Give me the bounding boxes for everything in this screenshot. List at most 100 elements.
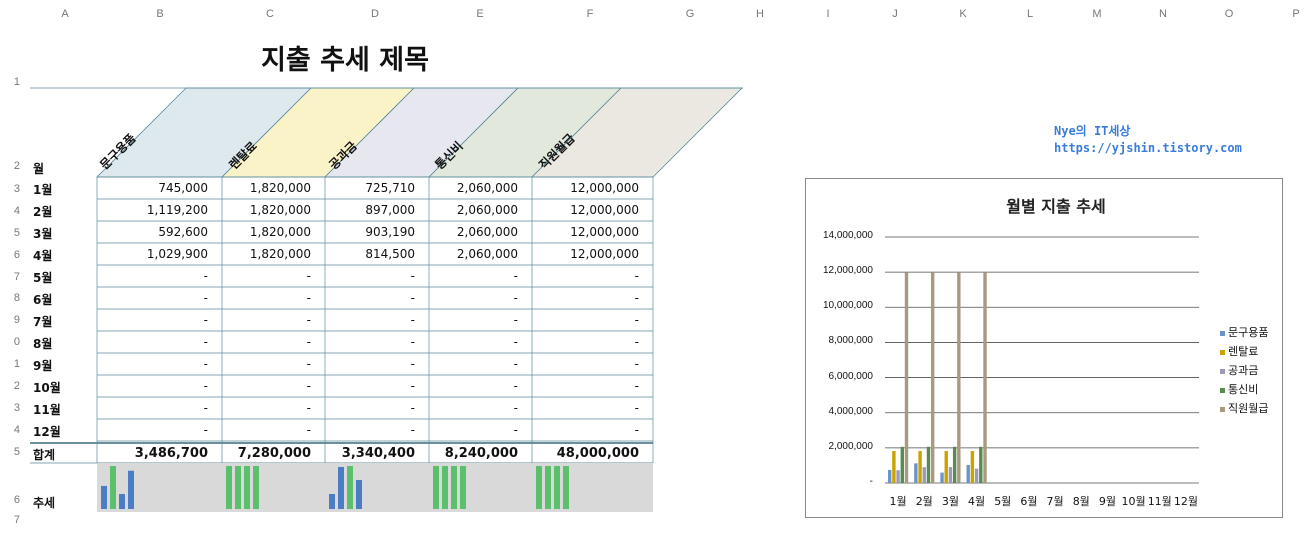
- total-label: 합계: [33, 448, 56, 462]
- legend-item: 통신비: [1220, 381, 1258, 397]
- sparkline-bar: [433, 466, 439, 509]
- month-label: 12월: [33, 425, 61, 439]
- month-label: 4월: [33, 249, 53, 263]
- table-value-cell: -: [513, 313, 518, 327]
- table-value-cell: -: [634, 379, 639, 393]
- table-value-cell: 12,000,000: [570, 247, 639, 261]
- table-value-cell: -: [410, 269, 415, 283]
- table-value-cell: -: [634, 269, 639, 283]
- legend-label: 렌탈료: [1228, 345, 1259, 358]
- sparkline-bar: [110, 466, 116, 509]
- chart-bar: [940, 472, 944, 483]
- sparkline-bar: [338, 466, 344, 509]
- x-axis-tick: 11월: [1147, 495, 1172, 508]
- chart-bar: [922, 467, 926, 483]
- table-value-cell: -: [306, 291, 311, 305]
- sparkline-bar: [545, 466, 551, 509]
- legend-swatch: [1220, 330, 1225, 336]
- x-axis-tick: 4월: [968, 495, 986, 508]
- sparkline-bar: [563, 466, 569, 509]
- table-value-cell: 592,600: [158, 225, 208, 239]
- legend-label: 직원월급: [1228, 402, 1269, 415]
- table-value-cell: 745,000: [158, 181, 208, 195]
- table-value-cell: -: [410, 379, 415, 393]
- month-header-label: 월: [33, 162, 45, 176]
- sparkline-bar: [235, 466, 241, 509]
- blog-url: https://yjshin.tistory.com: [1054, 141, 1242, 155]
- table-value-cell: -: [410, 423, 415, 437]
- x-axis-tick: 12월: [1173, 495, 1198, 508]
- table-value-cell: -: [513, 401, 518, 415]
- table-value-cell: 2,060,000: [456, 225, 518, 239]
- table-value-cell: 12,000,000: [570, 225, 639, 239]
- legend-label: 문구용품: [1228, 326, 1269, 339]
- table-value-cell: -: [513, 335, 518, 349]
- x-axis-tick: 9월: [1098, 495, 1116, 508]
- table-value-cell: 2,060,000: [456, 247, 518, 261]
- table-value-cell: 12,000,000: [570, 203, 639, 217]
- sparkline-bar: [347, 466, 353, 509]
- table-value-cell: 1,820,000: [249, 181, 311, 195]
- column-letter: L: [1026, 8, 1034, 20]
- month-label: 8월: [33, 337, 53, 351]
- sparkline-bar: [356, 479, 362, 509]
- column-letter: I: [826, 8, 830, 20]
- table-value-cell: 1,119,200: [146, 203, 208, 217]
- month-label: 7월: [33, 315, 53, 329]
- table-value-cell: 2,060,000: [456, 181, 518, 195]
- legend-swatch: [1220, 406, 1225, 412]
- month-label: 10월: [33, 381, 61, 395]
- table-value-cell: -: [203, 313, 208, 327]
- sparkline-bar: [226, 466, 232, 509]
- chart-bar: [944, 451, 948, 483]
- chart-bar: [918, 451, 922, 483]
- total-value-cell: 3,340,400: [341, 446, 415, 461]
- sparkline-bar: [329, 494, 335, 509]
- chart-bar: [957, 272, 961, 483]
- y-axis-tick: 6,000,000: [828, 370, 874, 382]
- table-value-cell: -: [634, 313, 639, 327]
- total-value-cell: 3,486,700: [134, 446, 208, 461]
- table-value-cell: -: [306, 335, 311, 349]
- chart-bar: [904, 272, 909, 483]
- table-value-cell: -: [306, 313, 311, 327]
- y-axis-tick: 14,000,000: [822, 230, 873, 241]
- chart-bar: [948, 467, 953, 483]
- table-value-cell: -: [634, 291, 639, 305]
- blog-name: Nye의 IT세상: [1054, 124, 1131, 138]
- legend-label: 공과금: [1228, 364, 1259, 377]
- chart-bar: [952, 446, 957, 483]
- legend-label: 통신비: [1228, 383, 1259, 396]
- chart-bar: [979, 446, 983, 483]
- chart-bar: [926, 446, 931, 483]
- expense-chart[interactable]: 월별 지출 추세 -2,000,000 4,000,000 6,000,000 8,0…: [805, 178, 1283, 518]
- y-axis-tick: 10,000,000: [822, 300, 873, 312]
- table-value-cell: -: [410, 335, 415, 349]
- legend-item: 공과금: [1220, 362, 1258, 378]
- chart-bar: [974, 468, 979, 483]
- table-value-cell: -: [513, 423, 518, 437]
- trend-label: 추세: [33, 496, 56, 510]
- table-value-cell: -: [513, 357, 518, 371]
- legend-swatch: [1220, 368, 1225, 374]
- table-value-cell: -: [513, 269, 518, 283]
- column-letter: K: [959, 8, 967, 20]
- x-axis-tick: 6월: [1020, 495, 1038, 508]
- table-value-cell: -: [306, 379, 311, 393]
- x-axis-tick: 1월: [889, 495, 907, 508]
- chart-bar: [966, 464, 970, 483]
- y-axis-tick: -: [869, 476, 873, 487]
- sparkline-bar: [119, 494, 125, 509]
- chart-bar: [900, 446, 904, 483]
- month-label: 2월: [33, 205, 53, 219]
- sparkline-bar: [442, 466, 448, 509]
- table-value-cell: 12,000,000: [570, 181, 639, 195]
- month-label: 1월: [33, 183, 53, 197]
- sparkline-bar: [244, 466, 250, 509]
- table-value-cell: -: [410, 401, 415, 415]
- table-value-cell: 2,060,000: [456, 203, 518, 217]
- table-value-cell: -: [203, 423, 208, 437]
- table-value-cell: -: [203, 401, 208, 415]
- chart-bar: [983, 272, 987, 483]
- column-letter: P: [1292, 8, 1300, 20]
